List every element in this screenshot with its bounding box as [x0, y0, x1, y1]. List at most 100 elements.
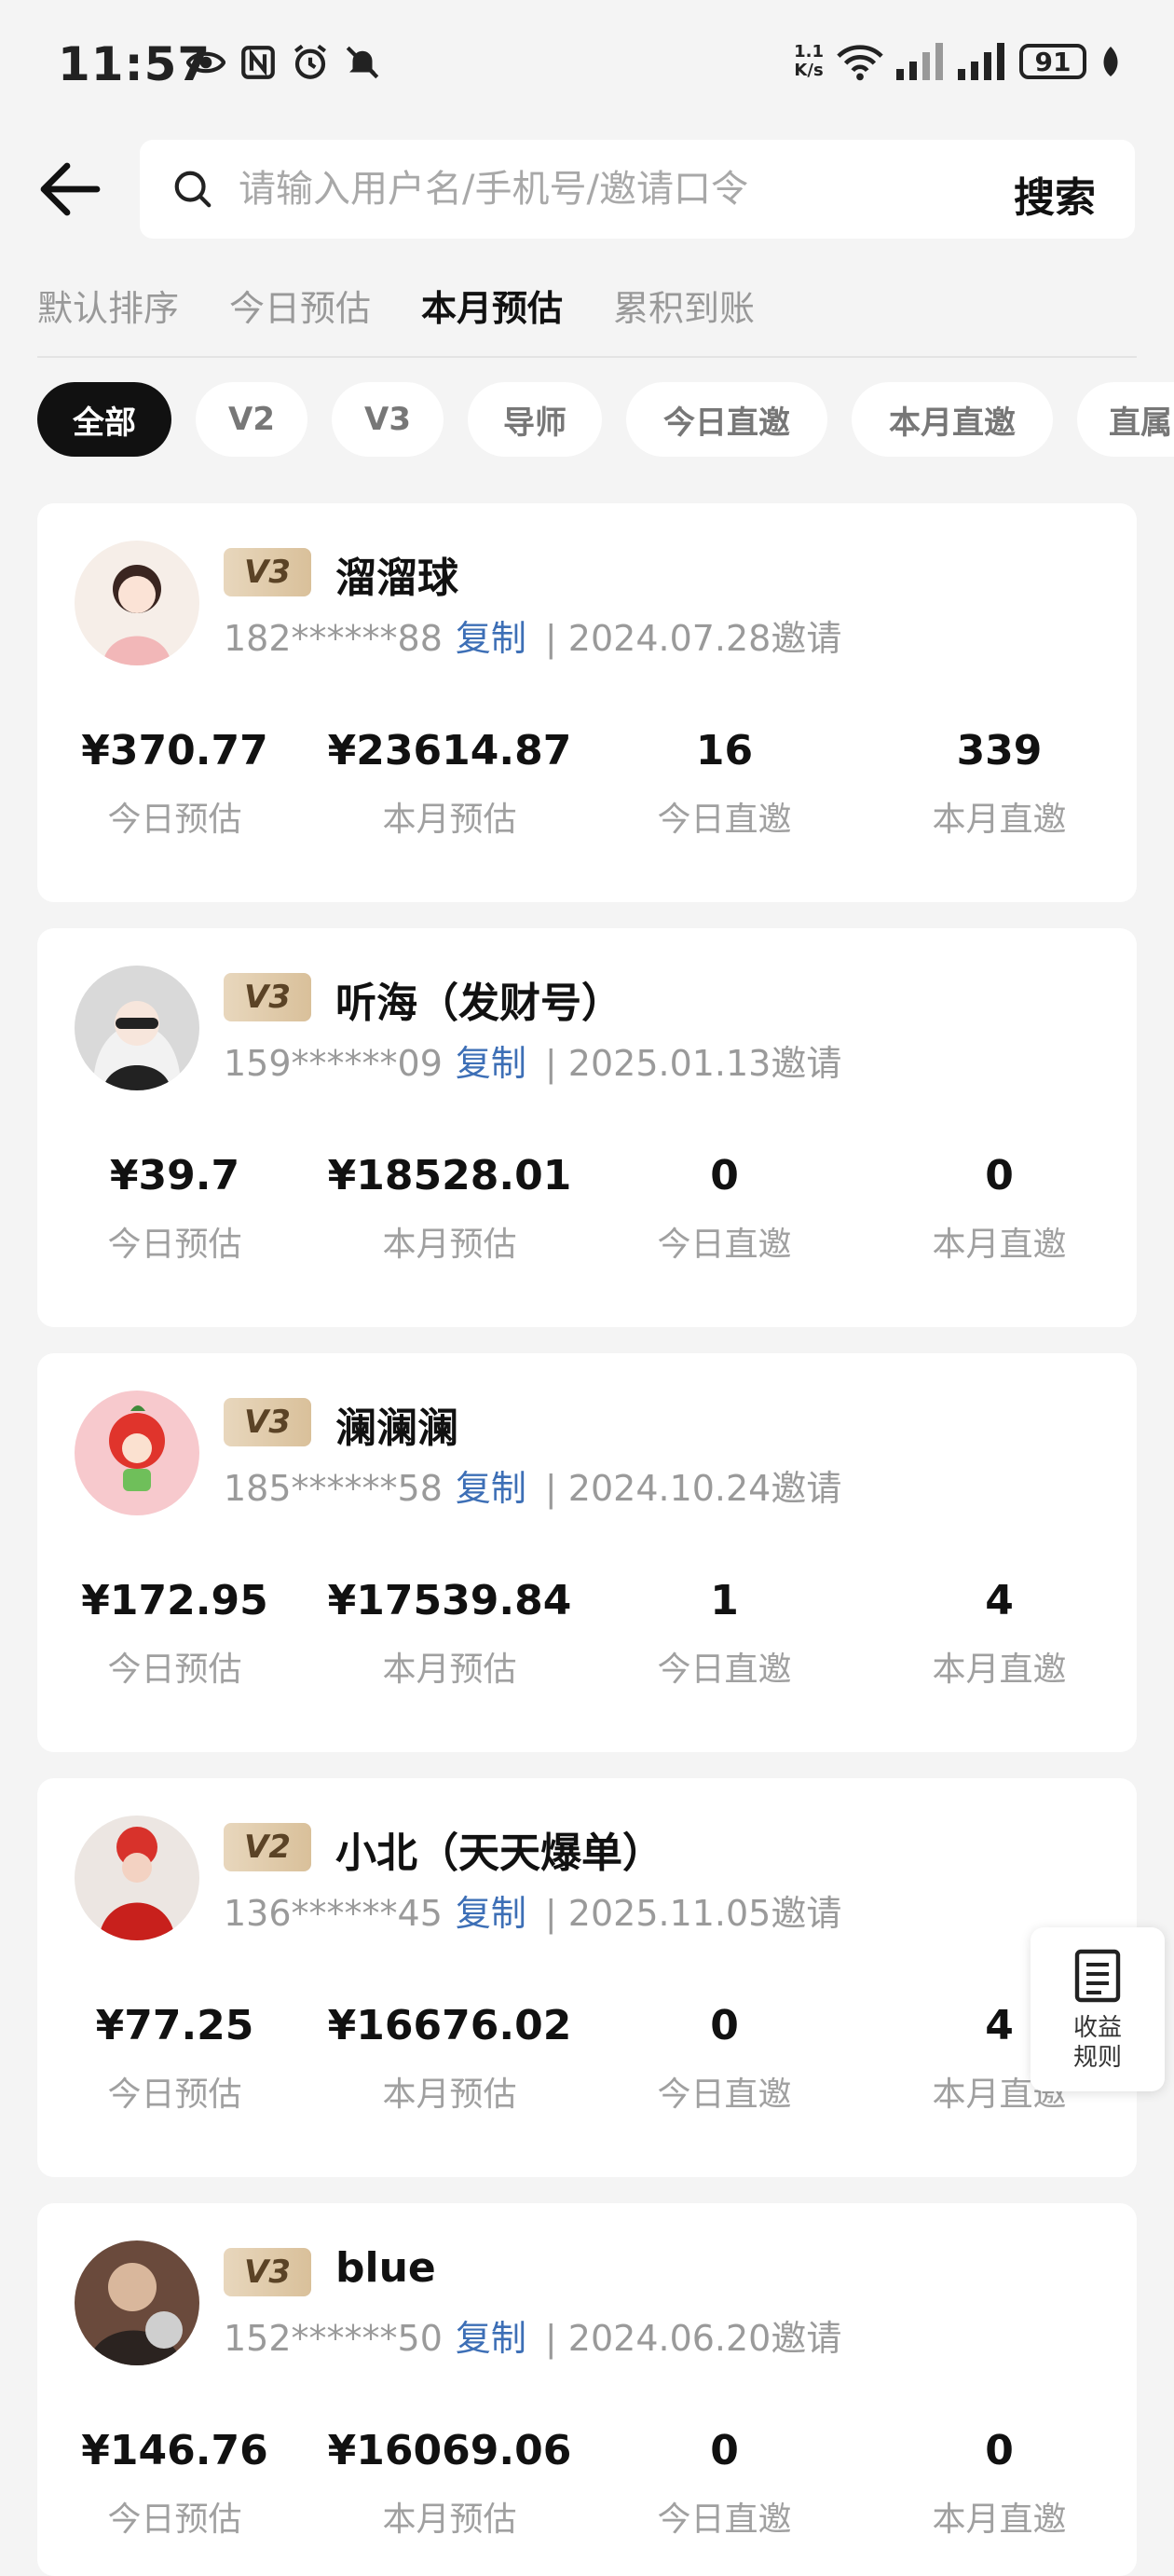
- filter-chips: 全部 V2 V3 导师 今日直邀 本月直邀 直属: [37, 382, 1174, 457]
- stat-today-direct: 16: [695, 727, 754, 774]
- stat-today-estimate: ¥77.25: [95, 2002, 254, 2049]
- sort-tab-today-estimate[interactable]: 今日预估: [229, 280, 371, 331]
- member-card[interactable]: V2 小北（天天爆单） 136******45 复制 | 2025.11.05邀请 …: [37, 1778, 1137, 2177]
- member-card[interactable]: V3 blue 152******50 复制 | 2024.06.20邀请 ¥146…: [37, 2203, 1137, 2576]
- chip-v2[interactable]: V2: [196, 382, 307, 457]
- stat-label: 本月直邀: [932, 1226, 1067, 1264]
- search-icon: [174, 171, 212, 208]
- stat-label: 本月预估: [382, 801, 517, 839]
- stat-label: 今日预估: [107, 2501, 242, 2539]
- signal-icon-2: [958, 43, 1004, 80]
- stat-label: 本月预估: [382, 2501, 517, 2539]
- avatar: [75, 966, 199, 1090]
- chip-v3[interactable]: V3: [332, 382, 444, 457]
- leaf-icon: [1103, 47, 1118, 76]
- rules-label-line1: 收益: [1072, 2014, 1122, 2042]
- stat-label: 今日直邀: [657, 1651, 792, 1689]
- chip-month-direct[interactable]: 本月直邀: [852, 382, 1053, 457]
- invite-date: | 2025.11.05邀请: [544, 1893, 842, 1934]
- stat-label: 今日预估: [107, 2076, 242, 2114]
- member-card[interactable]: V3 澜澜澜 185******58 复制 | 2024.10.24邀请 ¥172.…: [37, 1353, 1137, 1752]
- stat-today-direct: 0: [710, 1152, 739, 1199]
- stat-month-estimate: ¥16676.02: [327, 2002, 572, 2049]
- member-name: 澜澜澜: [335, 1404, 458, 1452]
- stat-today-direct: 0: [710, 2002, 739, 2049]
- stat-label: 本月预估: [382, 1651, 517, 1689]
- search-bar: 搜索: [140, 140, 1135, 239]
- avatar: [75, 1391, 199, 1515]
- search-input[interactable]: [239, 158, 984, 220]
- earnings-rules-button[interactable]: 收益 规则: [1031, 1927, 1165, 2091]
- arrow-left-icon[interactable]: [37, 157, 102, 222]
- invite-date: | 2024.06.20邀请: [544, 2318, 842, 2359]
- member-stats: ¥370.77 今日预估 ¥23614.87 本月预估 16 今日直邀 339 本月直邀: [37, 727, 1137, 841]
- stat-label: 本月预估: [382, 1226, 517, 1264]
- copy-button[interactable]: 复制: [456, 1043, 526, 1084]
- stat-label: 今日直邀: [657, 801, 792, 839]
- wifi-icon: [837, 45, 883, 81]
- chip-mentor[interactable]: 导师: [468, 382, 602, 457]
- stat-today-estimate: ¥39.7: [109, 1152, 240, 1199]
- copy-button[interactable]: 复制: [456, 1893, 526, 1934]
- copy-button[interactable]: 复制: [456, 618, 526, 659]
- member-stats: ¥172.95 今日预估 ¥17539.84 本月预估 1 今日直邀 4 本月直邀: [37, 1577, 1137, 1691]
- level-badge: V3: [224, 2248, 311, 2296]
- stat-label: 今日直邀: [657, 1226, 792, 1264]
- stat-today-direct: 1: [710, 1577, 739, 1624]
- stat-month-direct: 4: [985, 1577, 1014, 1624]
- member-name: 溜溜球: [335, 555, 458, 602]
- invite-date: | 2024.07.28邀请: [544, 618, 842, 659]
- sort-tab-month-estimate[interactable]: 本月预估: [421, 280, 563, 331]
- stat-month-estimate: ¥18528.01: [327, 1152, 572, 1199]
- level-badge: V3: [224, 1398, 311, 1446]
- chip-today-direct[interactable]: 今日直邀: [626, 382, 827, 457]
- invite-date: | 2024.10.24邀请: [544, 1468, 842, 1509]
- member-phone: 136******45: [224, 1893, 443, 1934]
- stat-month-estimate: ¥17539.84: [327, 1577, 572, 1624]
- level-badge: V3: [224, 548, 311, 596]
- member-phone: 159******09: [224, 1043, 443, 1084]
- stat-label: 本月直邀: [932, 2501, 1067, 2539]
- member-stats: ¥77.25 今日预估 ¥16676.02 本月预估 0 今日直邀 4 本月直邀: [37, 2002, 1137, 2116]
- battery-indicator: 91: [1019, 44, 1086, 79]
- stat-today-direct: 0: [710, 2427, 739, 2474]
- member-name: 听海（发财号）: [335, 980, 622, 1027]
- stat-label: 今日预估: [107, 1651, 242, 1689]
- sort-tab-accumulated[interactable]: 累积到账: [613, 280, 755, 331]
- member-stats: ¥39.7 今日预估 ¥18528.01 本月预估 0 今日直邀 0 本月直邀: [37, 1152, 1137, 1266]
- sort-tab-default[interactable]: 默认排序: [37, 280, 179, 331]
- stat-label: 今日直邀: [657, 2076, 792, 2114]
- chip-direct[interactable]: 直属: [1077, 382, 1174, 457]
- stat-label: 本月直邀: [932, 801, 1067, 839]
- stat-month-direct: 0: [985, 2427, 1014, 2474]
- rules-label-line2: 规则: [1072, 2044, 1122, 2072]
- member-name: blue: [335, 2244, 436, 2292]
- search-button[interactable]: 搜索: [1014, 164, 1096, 224]
- bell-muted-icon: [346, 46, 379, 79]
- member-phone: 152******50: [224, 2318, 443, 2359]
- divider: [37, 356, 1137, 358]
- member-card[interactable]: V3 听海（发财号） 159******09 复制 | 2025.01.13邀请 ¥…: [37, 928, 1137, 1327]
- chip-all[interactable]: 全部: [37, 382, 171, 457]
- net-speed: 1.1 K/s: [794, 42, 824, 80]
- copy-button[interactable]: 复制: [456, 1468, 526, 1509]
- stat-month-direct: 339: [956, 727, 1043, 774]
- stat-month-direct: 0: [985, 1152, 1014, 1199]
- document-icon: [1074, 1949, 1121, 2003]
- stat-today-estimate: ¥370.77: [81, 727, 268, 774]
- member-card[interactable]: V3 溜溜球 182******88 复制 | 2024.07.28邀请 ¥370.…: [37, 503, 1137, 902]
- stat-label: 今日直邀: [657, 2501, 792, 2539]
- level-badge: V3: [224, 973, 311, 1021]
- avatar: [75, 541, 199, 665]
- stat-today-estimate: ¥172.95: [81, 1577, 268, 1624]
- copy-button[interactable]: 复制: [456, 2318, 526, 2359]
- stat-month-estimate: ¥16069.06: [327, 2427, 572, 2474]
- alarm-icon: [294, 44, 327, 79]
- stat-label: 今日预估: [107, 1226, 242, 1264]
- nfc-icon: [241, 46, 275, 79]
- signal-icon: [896, 43, 943, 80]
- member-stats: ¥146.76 今日预估 ¥16069.06 本月预估 0 今日直邀 0 本月直邀: [37, 2427, 1137, 2541]
- eye-icon: [186, 51, 225, 74]
- sort-tabs: 默认排序 今日预估 本月预估 累积到账: [37, 280, 755, 331]
- avatar: [75, 2240, 199, 2365]
